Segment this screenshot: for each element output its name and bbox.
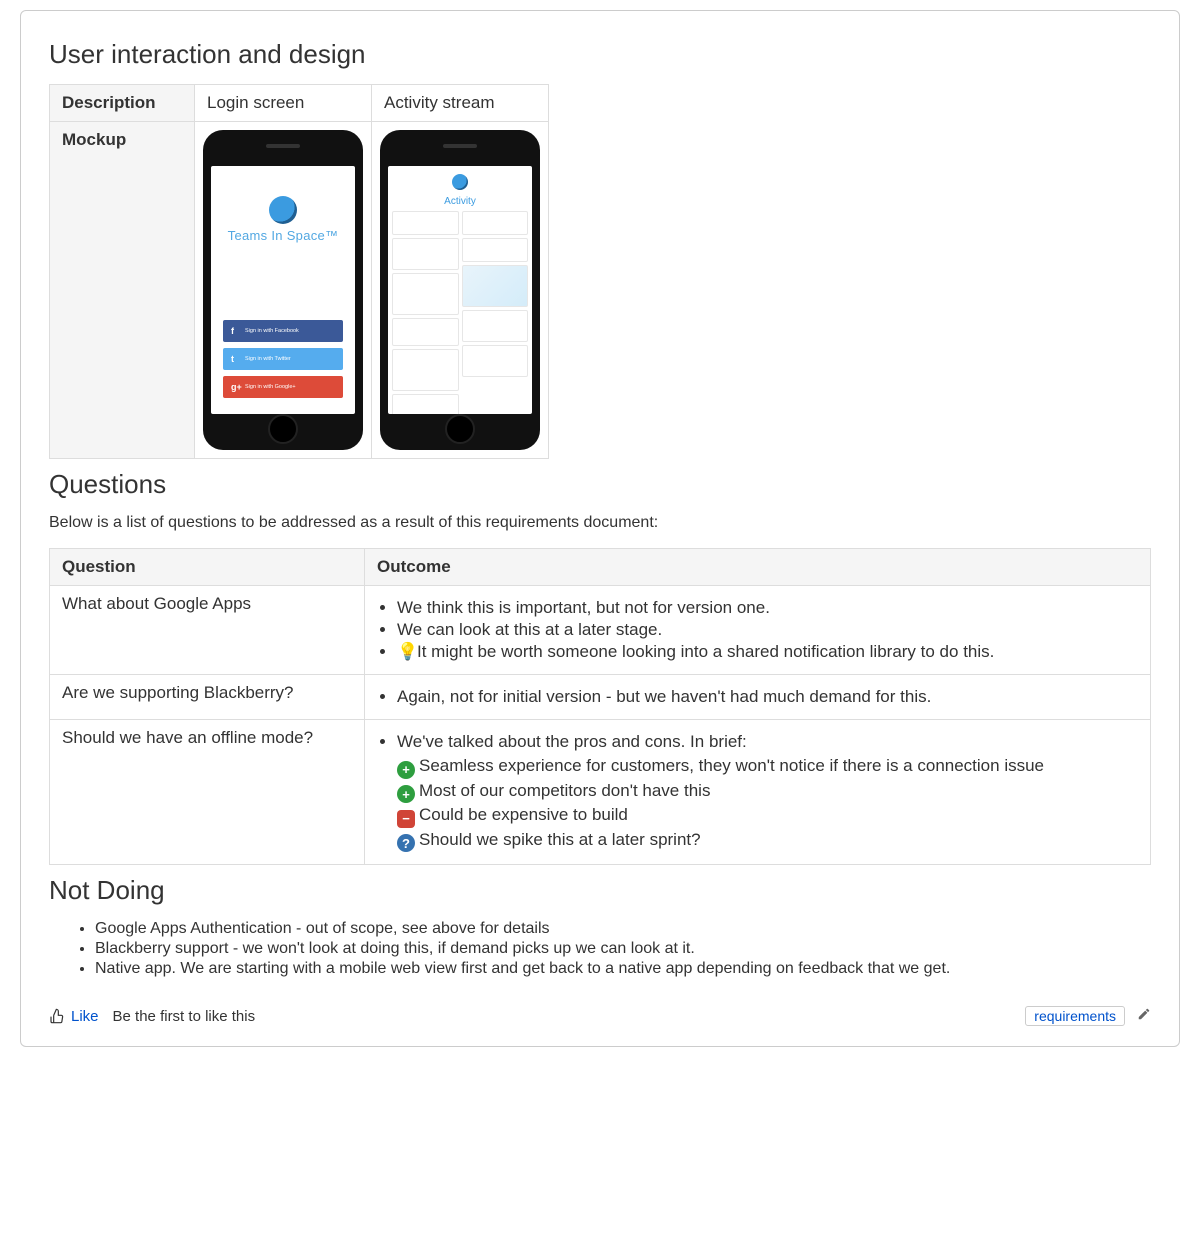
minus-icon: −: [397, 810, 415, 828]
mockup-login-cell: Teams In Space™ fSign in with Facebook t…: [195, 122, 372, 459]
plus-icon: +: [397, 785, 415, 803]
heading-design: User interaction and design: [49, 39, 1151, 70]
activity-card: [392, 349, 459, 391]
outcome-cell: Again, not for initial version - but we …: [365, 675, 1151, 720]
document-page: User interaction and design Description …: [20, 10, 1180, 1047]
list-item: Google Apps Authentication - out of scop…: [95, 920, 1151, 938]
mockup-activity-cell: Activity: [372, 122, 549, 459]
like-hint: Be the first to like this: [113, 1008, 256, 1025]
activity-card: [462, 211, 529, 235]
activity-card: [462, 238, 529, 262]
activity-title: Activity: [444, 196, 476, 207]
outcome-item: We can look at this at a later stage.: [397, 620, 1138, 640]
activity-card: [462, 345, 529, 377]
google-signin-button: g+Sign in with Google+: [223, 376, 343, 398]
login-screen: Teams In Space™ fSign in with Facebook t…: [211, 166, 355, 414]
page-footer: Like Be the first to like this requireme…: [49, 1006, 1151, 1026]
outcome-subitem: −Could be expensive to build: [397, 805, 1138, 828]
questions-table: Question Outcome What about Google Apps …: [49, 548, 1151, 865]
edit-labels-button[interactable]: [1137, 1007, 1151, 1025]
outcome-cell: We've talked about the pros and cons. In…: [365, 720, 1151, 865]
questions-intro: Below is a list of questions to be addre…: [49, 514, 1151, 532]
question-cell: Are we supporting Blackberry?: [50, 675, 365, 720]
heading-questions: Questions: [49, 469, 1151, 500]
twitter-signin-button: tSign in with Twitter: [223, 348, 343, 370]
thumbs-up-icon: [49, 1008, 65, 1024]
lightbulb-icon: 💡: [397, 642, 415, 662]
app-logo-icon: [452, 174, 468, 190]
outcome-item: We think this is important, but not for …: [397, 598, 1138, 618]
phone-mockup-activity: Activity: [380, 130, 540, 450]
design-table: Description Login screen Activity stream…: [49, 84, 549, 459]
tag-requirements[interactable]: requirements: [1025, 1006, 1125, 1026]
outcome-item: 💡It might be worth someone looking into …: [397, 642, 1138, 662]
activity-card: [392, 211, 459, 235]
activity-header: Activity: [392, 174, 528, 207]
activity-card-map: [462, 265, 529, 307]
like-label: Like: [71, 1008, 99, 1025]
question-cell: What about Google Apps: [50, 586, 365, 675]
outcome-subitem: +Seamless experience for customers, they…: [397, 756, 1138, 779]
questions-th-outcome: Outcome: [365, 549, 1151, 586]
design-col2-description: Activity stream: [372, 85, 549, 122]
activity-screen: Activity: [388, 166, 532, 414]
activity-card: [462, 310, 529, 342]
questions-th-question: Question: [50, 549, 365, 586]
notdoing-list: Google Apps Authentication - out of scop…: [95, 920, 1151, 978]
table-row: Should we have an offline mode? We've ta…: [50, 720, 1151, 865]
activity-card: [392, 394, 459, 414]
app-name: Teams In Space™: [228, 228, 339, 243]
activity-card: [392, 273, 459, 315]
outcome-cell: We think this is important, but not for …: [365, 586, 1151, 675]
activity-col-right: [462, 211, 529, 414]
list-item: Blackberry support - we won't look at do…: [95, 940, 1151, 958]
outcome-subitem: +Most of our competitors don't have this: [397, 781, 1138, 804]
activity-card: [392, 238, 459, 270]
list-item: Native app. We are starting with a mobil…: [95, 960, 1151, 978]
plus-icon: +: [397, 761, 415, 779]
question-icon: ?: [397, 834, 415, 852]
pencil-icon: [1137, 1007, 1151, 1021]
design-col1-description: Login screen: [195, 85, 372, 122]
heading-notdoing: Not Doing: [49, 875, 1151, 906]
like-button[interactable]: Like: [49, 1008, 99, 1025]
question-cell: Should we have an offline mode?: [50, 720, 365, 865]
table-row: Are we supporting Blackberry? Again, not…: [50, 675, 1151, 720]
phone-mockup-login: Teams In Space™ fSign in with Facebook t…: [203, 130, 363, 450]
activity-card: [392, 318, 459, 346]
app-logo-icon: [269, 196, 297, 224]
outcome-subitem: ?Should we spike this at a later sprint?: [397, 830, 1138, 853]
table-row: What about Google Apps We think this is …: [50, 586, 1151, 675]
outcome-item: We've talked about the pros and cons. In…: [397, 732, 1138, 852]
design-row-description-label: Description: [50, 85, 195, 122]
outcome-item: Again, not for initial version - but we …: [397, 687, 1138, 707]
activity-body: [392, 211, 528, 414]
activity-col-left: [392, 211, 459, 414]
design-row-mockup-label: Mockup: [50, 122, 195, 459]
facebook-signin-button: fSign in with Facebook: [223, 320, 343, 342]
